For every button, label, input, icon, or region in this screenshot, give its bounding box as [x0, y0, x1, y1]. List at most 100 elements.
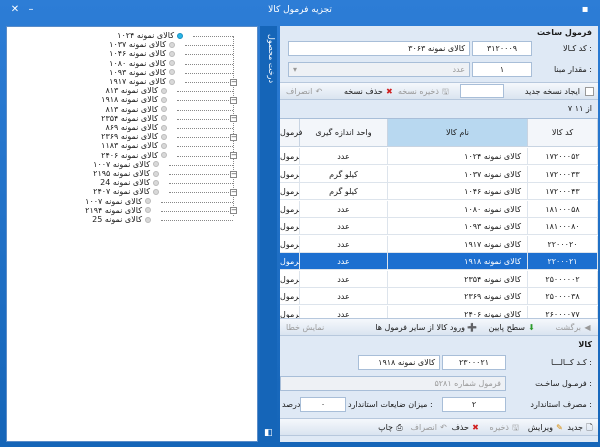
back-button[interactable]: برگشت ◀: [556, 322, 592, 334]
table-cell: فرمول: [280, 165, 300, 183]
app-menu-icon[interactable]: ▪: [578, 3, 592, 17]
save-copy-button[interactable]: ذخیره نسخه 🖫: [398, 86, 450, 98]
table-cell: ۲۲۰۰۰۲۰: [528, 235, 598, 253]
tree-connector: [177, 155, 233, 157]
item-code-field[interactable]: ۲۳۰۰۰۲۱: [442, 355, 506, 370]
tree-node-label: کالای نمونه ۱۹۱۷: [109, 77, 166, 86]
new-button[interactable]: جدید 🗋: [567, 422, 594, 434]
tree-node[interactable]: کالای نمونه 25: [92, 215, 151, 225]
new-copy-checkbox[interactable]: [583, 86, 594, 98]
consumption-field[interactable]: ۲: [442, 397, 506, 412]
item-name-field[interactable]: کالای نمونه ۱۹۱۸: [358, 355, 440, 370]
cancel-copy-button[interactable]: انصراف ↶: [286, 86, 323, 98]
tree-node-label: کالای نمونه ۱۰۴۶: [109, 49, 166, 59]
code-label: کد کـالا :: [563, 44, 592, 53]
table-row[interactable]: ۱۷۲۰۰۰۳۳کالای نمونه ۱۰۳۷کیلو گرمفرمول: [280, 165, 598, 183]
table-row[interactable]: ۲۵۰۰۰۰۳۸کالای نمونه ۲۳۶۹عددفرمول: [280, 288, 598, 305]
tree-connector: [185, 72, 233, 74]
components-grid[interactable]: کد کالا نام کالا واحد اندازه گیری فرمول …: [280, 118, 598, 330]
main-window: تجزیه فرمول کالا ✕ – ▪ کالای نمونه ۱۰۲۴ ک…: [0, 0, 600, 447]
tree-collapse-toggle[interactable]: −: [230, 78, 237, 86]
tree-connector: [169, 164, 233, 166]
tree-collapse-toggle[interactable]: −: [230, 133, 237, 141]
product-name-field[interactable]: کالای نمونه ۳۰۶۳: [288, 41, 470, 56]
table-cell: ۱۸۱۰۰۰۸۰: [528, 218, 598, 235]
code-field[interactable]: ۳۱۲۰۰۰۹: [472, 41, 532, 56]
tree-node-icon: [161, 115, 167, 122]
table-row[interactable]: ۱۷۲۰۰۰۴۳کالای نمونه ۱۰۴۶کیلو گرمفرمول: [280, 183, 598, 200]
table-cell: ۱۸۱۰۰۰۵۸: [528, 200, 598, 218]
qty-label: مقدار مبنا :: [554, 65, 592, 74]
header-unit[interactable]: واحد اندازه گیری: [300, 119, 388, 147]
tree-node-label: کالای نمونه ۱۰۰۷: [93, 159, 150, 169]
tree-connector: [169, 174, 233, 175]
tree-collapse-toggle[interactable]: −: [230, 152, 237, 160]
tree-node-label: کالای نمونه ۲۱۹۵: [93, 169, 150, 178]
tree-splitter[interactable]: [260, 26, 277, 442]
print-button[interactable]: چاپ ⎙: [378, 422, 404, 434]
tree-collapse-toggle[interactable]: −: [230, 96, 237, 104]
tree-collapse-toggle[interactable]: −: [230, 207, 237, 215]
header-name[interactable]: نام کالا: [388, 119, 528, 147]
copy-name-field[interactable]: [460, 84, 504, 98]
tree-collapse-toggle[interactable]: −: [230, 188, 237, 196]
import-button[interactable]: ورود کالا از سایر فرمول ها ➕: [375, 322, 477, 334]
level-down-button[interactable]: سطح پایین ⬇: [489, 322, 536, 334]
formula-section-title: فرمول ساخت: [536, 28, 592, 37]
tree-node-icon: [145, 207, 151, 214]
table-row[interactable]: ۱۸۱۰۰۰۵۸کالای نمونه ۱۰۸۰عددفرمول: [280, 200, 598, 218]
table-row[interactable]: ۲۲۰۰۰۲۰کالای نمونه ۱۹۱۷عددفرمول: [280, 235, 598, 253]
tree-node-label: کالای نمونه ۱۹۱۸: [101, 95, 158, 105]
table-row[interactable]: ۱۷۲۰۰۰۵۲کالای نمونه ۱۰۲۴عددفرمول: [280, 148, 598, 165]
delete-icon: ✖: [385, 87, 393, 96]
unit-select[interactable]: ▾ عدد: [288, 62, 470, 77]
collapse-pane-icon[interactable]: ◧: [264, 428, 274, 438]
table-cell: ۱۷۲۰۰۰۴۳: [528, 183, 598, 200]
table-row[interactable]: ۲۵۰۰۰۰۰۲کالای نمونه ۲۳۵۴عددفرمول: [280, 270, 598, 288]
tree-collapse-toggle[interactable]: −: [230, 170, 237, 178]
delete-icon: ✖: [472, 423, 479, 432]
table-row[interactable]: ۱۸۱۰۰۰۸۰کالای نمونه ۱۰۹۳عددفرمول: [280, 218, 598, 235]
table-cell: عدد: [300, 270, 388, 288]
header-formula[interactable]: فرمول: [280, 119, 302, 147]
table-cell: عدد: [300, 235, 388, 253]
table-cell: کیلو گرم: [300, 165, 388, 183]
tree-node-label: کالای نمونه ۱۱۸۳: [101, 141, 158, 151]
tree-node-label: کالای نمونه ۱۰۸۰: [109, 58, 166, 68]
close-icon[interactable]: ✕: [8, 3, 22, 17]
table-cell: ۱۷۲۰۰۰۵۲: [528, 148, 598, 165]
back-icon: ◀: [584, 323, 591, 332]
show-error-button[interactable]: نمایش خطا: [286, 322, 324, 334]
tree-connector: [177, 146, 233, 148]
table-cell: ۱۷۲۰۰۰۳۳: [528, 165, 598, 183]
percent-label: درصد: [282, 400, 301, 409]
tree-node-icon: [153, 161, 159, 168]
table-cell: کالای نمونه ۱۹۱۷: [388, 235, 528, 253]
item-code-label: کـد کــالـــا :: [551, 358, 592, 367]
tree-collapse-toggle[interactable]: −: [230, 115, 237, 123]
save-icon: 🖫: [441, 87, 449, 96]
save-button[interactable]: ذخیره 🖫: [489, 422, 520, 434]
table-cell: کالای نمونه ۱۰۲۴: [388, 148, 528, 165]
table-cell: عدد: [300, 253, 388, 270]
cancel-button[interactable]: انصراف ↶: [411, 422, 448, 434]
item-formula-field[interactable]: فرمول شماره ۵۲۸۱: [280, 376, 506, 391]
tree-node-icon: [153, 179, 159, 186]
tree-connector: [161, 220, 233, 221]
delete-button[interactable]: حذف ✖: [452, 422, 480, 434]
product-tree[interactable]: کالای نمونه ۱۰۲۴ کالای نمونه ۱۰۳۷ کالای نم…: [6, 26, 258, 442]
version-toolbar: ایجاد نسخه جدید ذخیره نسخه 🖫 حذف نسخه ✖ ان…: [280, 82, 598, 100]
waste-field[interactable]: ۰: [300, 397, 346, 412]
tree-node-label: کالای نمونه ۸۱۳: [105, 104, 158, 114]
tree-node-icon: [169, 41, 175, 48]
tree-node-label: کالای نمونه 25: [92, 215, 142, 224]
base-qty-field[interactable]: ۱: [472, 62, 532, 77]
table-row[interactable]: ۲۲۰۰۰۲۱کالای نمونه ۱۹۱۸عددفرمول: [280, 253, 598, 270]
waste-label: میزان ضایعات استاندارد :: [348, 400, 433, 409]
header-code[interactable]: کد کالا: [528, 119, 598, 147]
minimize-icon[interactable]: –: [24, 3, 38, 17]
tree-node-icon: [145, 198, 151, 205]
delete-copy-button[interactable]: حذف نسخه ✖: [344, 86, 394, 98]
tree-node-label: کالای نمونه ۸۱۳: [105, 86, 158, 96]
edit-button[interactable]: ویرایش ✎: [528, 422, 564, 434]
